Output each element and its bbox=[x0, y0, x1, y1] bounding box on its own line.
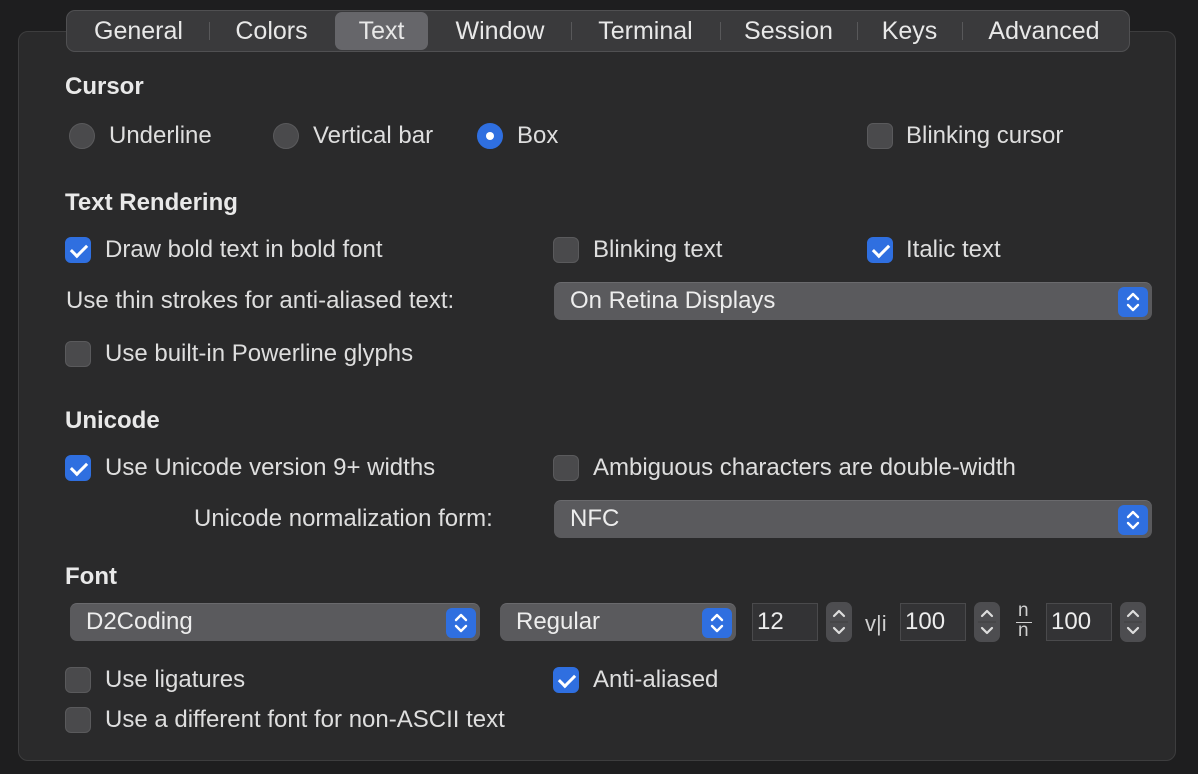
ambiguous-double-width-label[interactable]: Ambiguous characters are double-width bbox=[593, 454, 1016, 482]
non-ascii-font-checkbox[interactable] bbox=[65, 707, 91, 733]
vertical-bar-label[interactable]: Vertical bar bbox=[313, 122, 433, 150]
italic-text-label[interactable]: Italic text bbox=[906, 236, 1001, 264]
anti-aliased-label[interactable]: Anti-aliased bbox=[593, 666, 718, 694]
thin-strokes-label: Use thin strokes for anti-aliased text: bbox=[66, 287, 455, 314]
italic-text-checkbox[interactable] bbox=[867, 237, 893, 263]
non-ascii-font-label[interactable]: Use a different font for non-ASCII text bbox=[105, 706, 505, 734]
font-family-popup[interactable]: D2Coding bbox=[70, 603, 480, 641]
font-style-popup[interactable]: Regular bbox=[500, 603, 736, 641]
draw-bold-label[interactable]: Draw bold text in bold font bbox=[105, 236, 383, 264]
horizontal-spacing-glyph-top: n bbox=[1018, 600, 1029, 621]
thin-strokes-value: On Retina Displays bbox=[570, 287, 776, 314]
powerline-checkbox[interactable] bbox=[65, 341, 91, 367]
blinking-text-checkbox[interactable] bbox=[553, 237, 579, 263]
horizontal-spacing-glyph-bottom: n bbox=[1018, 620, 1029, 641]
tab-advanced[interactable]: Advanced bbox=[963, 12, 1125, 50]
thin-strokes-popup[interactable]: On Retina Displays bbox=[554, 282, 1152, 320]
horizontal-spacing-icon: n n bbox=[1014, 600, 1034, 641]
tab-session[interactable]: Session bbox=[721, 12, 856, 50]
font-size-stepper[interactable] bbox=[826, 602, 852, 642]
horizontal-spacing-field[interactable]: 100 bbox=[1046, 603, 1112, 641]
anti-aliased-checkbox[interactable] bbox=[553, 667, 579, 693]
box-radio[interactable] bbox=[477, 123, 503, 149]
powerline-label[interactable]: Use built-in Powerline glyphs bbox=[105, 340, 413, 368]
vertical-spacing-stepper[interactable] bbox=[974, 602, 1000, 642]
vertical-spacing-icon: v|i bbox=[865, 611, 887, 636]
blinking-cursor-label[interactable]: Blinking cursor bbox=[906, 122, 1063, 150]
font-size-field[interactable]: 12 bbox=[752, 603, 818, 641]
ambiguous-double-width-checkbox[interactable] bbox=[553, 455, 579, 481]
font-style-value: Regular bbox=[516, 608, 601, 635]
horizontal-spacing-stepper[interactable] bbox=[1120, 602, 1146, 642]
horizontal-spacing-value: 100 bbox=[1051, 608, 1092, 635]
unicode-v9-checkbox[interactable] bbox=[65, 455, 91, 481]
box-label[interactable]: Box bbox=[517, 122, 558, 150]
tab-terminal[interactable]: Terminal bbox=[572, 12, 719, 50]
unicode-heading: Unicode bbox=[65, 407, 160, 434]
tab-keys[interactable]: Keys bbox=[858, 12, 961, 50]
draw-bold-checkbox[interactable] bbox=[65, 237, 91, 263]
blinking-text-label[interactable]: Blinking text bbox=[593, 236, 722, 264]
tab-text[interactable]: Text bbox=[335, 12, 428, 50]
tab-colors[interactable]: Colors bbox=[210, 12, 333, 50]
up-down-arrows-icon bbox=[1118, 505, 1148, 535]
normalization-label: Unicode normalization form: bbox=[194, 505, 493, 532]
up-down-arrows-icon bbox=[702, 608, 732, 638]
underline-radio[interactable] bbox=[69, 123, 95, 149]
ligatures-label[interactable]: Use ligatures bbox=[105, 666, 245, 694]
font-size-value: 12 bbox=[757, 608, 784, 635]
font-heading: Font bbox=[65, 563, 117, 590]
up-down-arrows-icon bbox=[1118, 287, 1148, 317]
tab-general[interactable]: General bbox=[69, 12, 208, 50]
tab-bar: General Colors Text Window Terminal Sess… bbox=[66, 10, 1130, 52]
tab-window[interactable]: Window bbox=[430, 12, 570, 50]
cursor-heading: Cursor bbox=[65, 73, 144, 100]
up-down-arrows-icon bbox=[446, 608, 476, 638]
vertical-spacing-field[interactable]: 100 bbox=[900, 603, 966, 641]
normalization-value: NFC bbox=[570, 505, 620, 532]
normalization-popup[interactable]: NFC bbox=[554, 500, 1152, 538]
text-rendering-heading: Text Rendering bbox=[65, 189, 238, 216]
ligatures-checkbox[interactable] bbox=[65, 667, 91, 693]
vertical-spacing-value: 100 bbox=[905, 608, 946, 635]
unicode-v9-label[interactable]: Use Unicode version 9+ widths bbox=[105, 454, 435, 482]
blinking-cursor-checkbox[interactable] bbox=[867, 123, 893, 149]
underline-label[interactable]: Underline bbox=[109, 122, 212, 150]
vertical-bar-radio[interactable] bbox=[273, 123, 299, 149]
font-family-value: D2Coding bbox=[86, 608, 193, 635]
